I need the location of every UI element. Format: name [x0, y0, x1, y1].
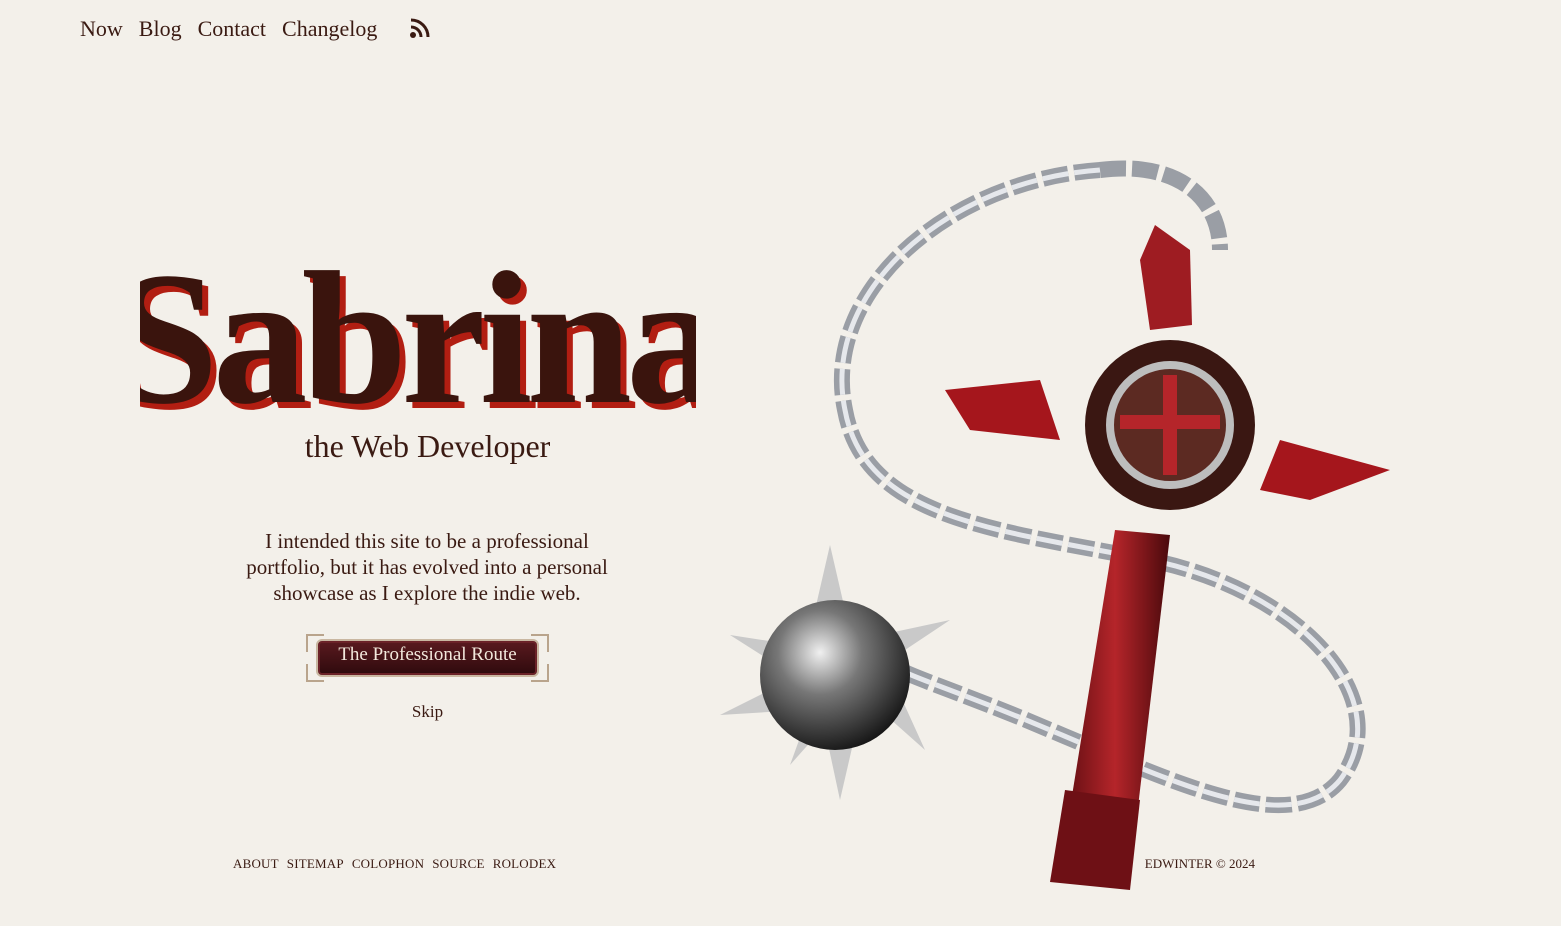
copyright-text: EDWINTER © 2024 [1144, 856, 1255, 871]
footer-link-sitemap[interactable]: SITEMAP [287, 856, 344, 872]
nav-link-contact[interactable]: Contact [198, 16, 266, 42]
footer-link-about[interactable]: ABOUT [233, 856, 279, 872]
hero-intro: I intended this site to be a professiona… [246, 529, 608, 605]
footer-link-rolodex[interactable]: ROLODEX [493, 856, 557, 872]
professional-route-label: The Professional Route [338, 644, 517, 665]
footer-nav: ABOUT SITEMAP COLOPHON SOURCE ROLODEX [233, 856, 556, 872]
top-nav: Now Blog Contact Changelog [80, 16, 431, 42]
nav-link-blog[interactable]: Blog [139, 16, 182, 42]
hero-title: Sabrina Sabrina [113, 234, 731, 450]
flail-illustration [700, 140, 1420, 900]
footer-link-colophon[interactable]: COLOPHON [352, 856, 424, 872]
rss-icon[interactable] [409, 18, 431, 40]
hero-title-text: Sabrina [140, 238, 696, 438]
nav-link-now[interactable]: Now [80, 16, 123, 42]
nav-link-changelog[interactable]: Changelog [282, 16, 377, 42]
professional-route-button[interactable]: The Professional Route [306, 634, 549, 682]
footer-link-source[interactable]: SOURCE [432, 856, 485, 872]
